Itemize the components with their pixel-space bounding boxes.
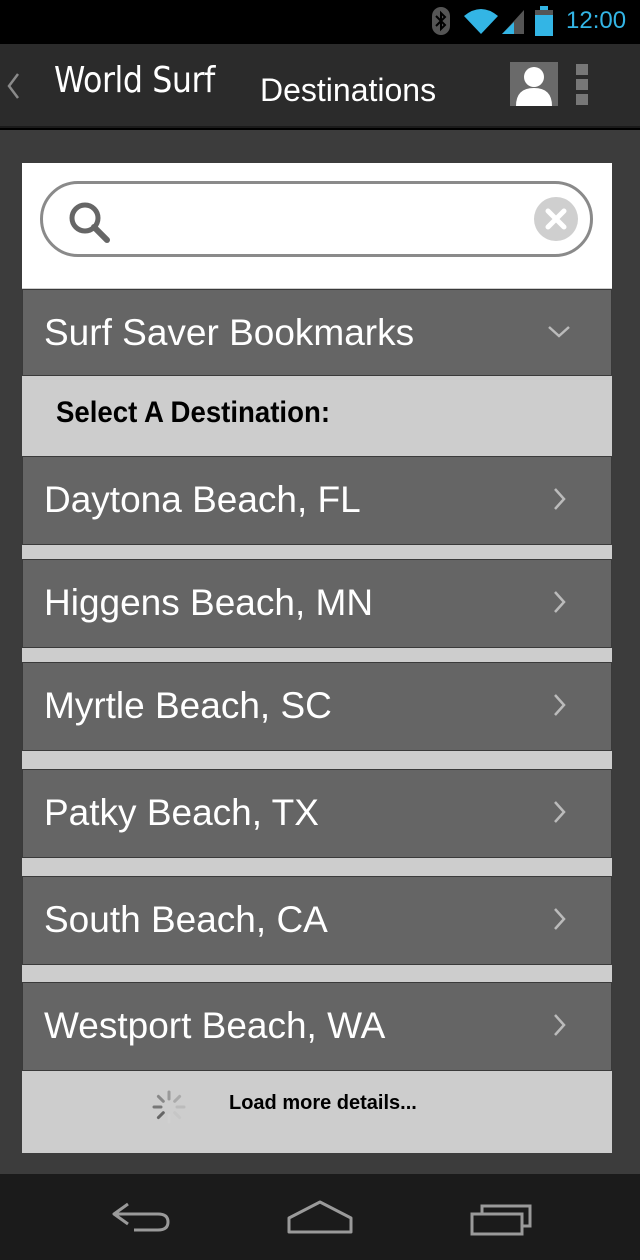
destination-label: Daytona Beach, FL [44, 479, 361, 520]
destination-label: Westport Beach, WA [44, 1005, 386, 1046]
status-bar: 12:00 [0, 0, 640, 44]
content-area: Surf Saver Bookmarks Select A Destinatio… [0, 130, 640, 1174]
search-icon [69, 202, 110, 243]
chevron-right-icon [554, 908, 566, 930]
chevron-right-icon [554, 488, 566, 510]
signal-icon [502, 10, 524, 34]
destination-item-higgens-beach[interactable]: Higgens Beach, MN [22, 559, 612, 648]
bluetooth-icon [432, 7, 450, 35]
app-title: World Surf [54, 60, 215, 101]
chevron-down-icon [548, 326, 570, 338]
back-nav-icon[interactable] [106, 1196, 176, 1240]
destination-label: Myrtle Beach, SC [44, 685, 332, 726]
destination-label: South Beach, CA [44, 899, 328, 940]
destination-label: Patky Beach, TX [44, 792, 319, 833]
load-more-label: Load more details... [229, 1092, 417, 1114]
overflow-menu-icon[interactable] [576, 64, 592, 108]
battery-icon [535, 6, 553, 36]
chevron-right-icon [554, 591, 566, 613]
chevron-right-icon [554, 801, 566, 823]
bookmarks-label: Surf Saver Bookmarks [44, 312, 415, 353]
section-title: Select A Destination: [56, 396, 331, 429]
recent-apps-icon[interactable] [468, 1196, 538, 1240]
chevron-right-icon [554, 694, 566, 716]
profile-icon[interactable] [510, 62, 558, 106]
search-input[interactable] [123, 194, 523, 244]
destination-item-patky-beach[interactable]: Patky Beach, TX [22, 769, 612, 858]
clear-icon[interactable] [533, 196, 579, 242]
search-box [22, 163, 612, 288]
destination-item-myrtle-beach[interactable]: Myrtle Beach, SC [22, 662, 612, 751]
back-icon[interactable] [4, 66, 22, 106]
loading-spinner-icon [152, 1090, 186, 1124]
chevron-right-icon [554, 1014, 566, 1036]
bookmarks-dropdown[interactable]: Surf Saver Bookmarks [22, 289, 612, 376]
search-field[interactable] [40, 181, 593, 257]
system-nav-bar [0, 1174, 640, 1260]
destination-item-westport-beach[interactable]: Westport Beach, WA [22, 982, 612, 1071]
destination-item-daytona-beach[interactable]: Daytona Beach, FL [22, 456, 612, 545]
screen-title: Destinations [260, 72, 437, 108]
home-nav-icon[interactable] [285, 1196, 355, 1240]
load-more-button[interactable]: Load more details... [22, 1072, 612, 1153]
destinations-panel: Surf Saver Bookmarks Select A Destinatio… [22, 163, 612, 1153]
destination-item-south-beach[interactable]: South Beach, CA [22, 876, 612, 965]
status-clock: 12:00 [566, 7, 627, 34]
section-header: Select A Destination: [22, 376, 612, 456]
action-bar: World Surf Destinations [0, 44, 640, 128]
wifi-icon [464, 9, 498, 34]
destination-label: Higgens Beach, MN [44, 582, 374, 623]
